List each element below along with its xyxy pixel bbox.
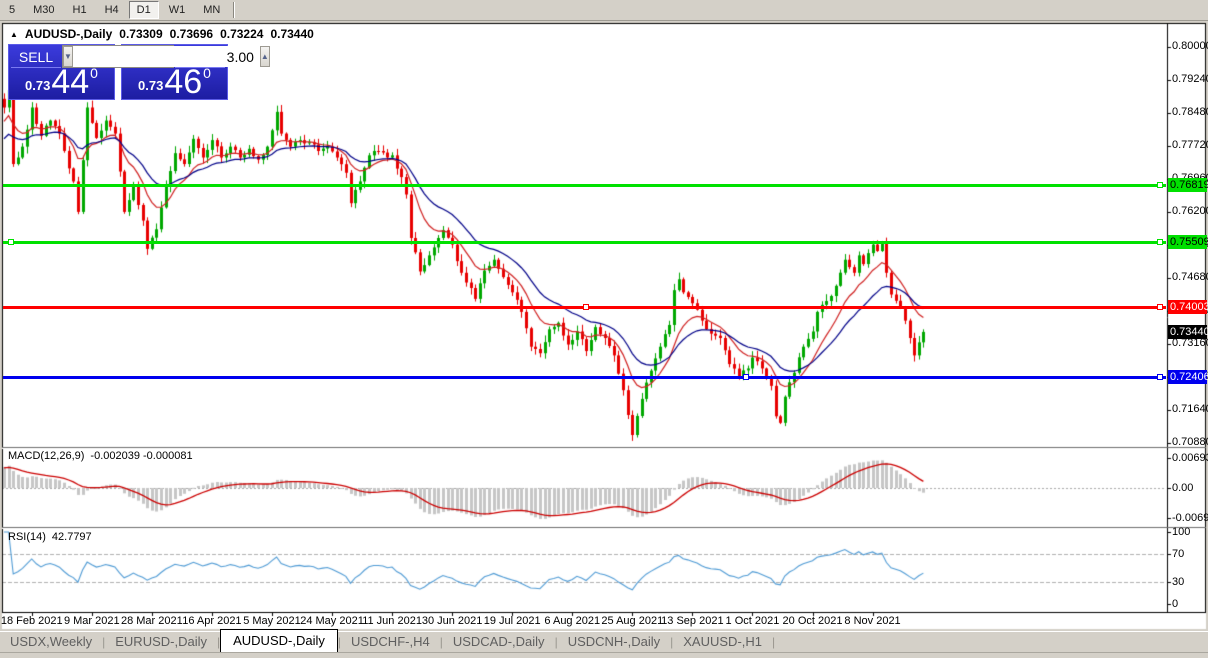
price-axis-tick: 0.77720 bbox=[1172, 139, 1208, 151]
date-axis-label: 19 Jul 2021 bbox=[484, 615, 541, 627]
sell-price: 0.73 44 0 bbox=[9, 65, 114, 97]
ohlc-low: 0.73224 bbox=[220, 27, 263, 41]
date-axis-label: 8 Nov 2021 bbox=[844, 615, 900, 627]
volume-decrease-button[interactable]: ▼ bbox=[63, 46, 73, 67]
date-axis-label: 18 Feb 2021 bbox=[1, 615, 63, 627]
date-axis-label: 1 Oct 2021 bbox=[726, 615, 780, 627]
line-drag-handle[interactable] bbox=[583, 304, 589, 310]
price-axis-tick: 0.78480 bbox=[1172, 106, 1208, 118]
bottom-strip bbox=[0, 652, 1208, 658]
collapse-triangle-icon[interactable]: ▲ bbox=[10, 30, 18, 39]
rsi-axis-tick: 30 bbox=[1172, 576, 1184, 588]
line-drag-handle[interactable] bbox=[1157, 374, 1163, 380]
macd-values: -0.002039 -0.000081 bbox=[90, 450, 192, 462]
macd-axis-tick: -0.006993 bbox=[1172, 512, 1208, 524]
chart-tab-eurusd[interactable]: EURUSD-,Daily bbox=[105, 632, 217, 652]
chart-tab-xauusd[interactable]: XAUUSD-,H1 bbox=[673, 632, 772, 652]
one-click-trading-panel: SELL 0.73 44 0 BUY 0.73 46 0 ▼ ▲ bbox=[8, 44, 228, 100]
price-axis-tick: 0.74680 bbox=[1172, 271, 1208, 283]
macd-axis-tick: 0.00 bbox=[1172, 482, 1193, 494]
level-price-badge: 0.74003 bbox=[1168, 300, 1207, 314]
chart-tab-audusd[interactable]: AUDUSD-,Daily bbox=[220, 629, 338, 652]
buy-price-big: 46 bbox=[164, 67, 202, 97]
buy-price-small: 0.73 bbox=[138, 78, 163, 93]
timeframe-button-h4[interactable]: H4 bbox=[97, 1, 127, 19]
macd-title: MACD(12,26,9) bbox=[8, 450, 84, 462]
date-axis-label: 25 Aug 2021 bbox=[601, 615, 663, 627]
date-axis-label: 9 Mar 2021 bbox=[64, 615, 120, 627]
chart-tab-usdcnh[interactable]: USDCNH-,Daily bbox=[558, 632, 670, 652]
timeframe-button-w1[interactable]: W1 bbox=[161, 1, 194, 19]
line-drag-handle[interactable] bbox=[743, 374, 749, 380]
timeframe-button-m30[interactable]: M30 bbox=[25, 1, 62, 19]
timeframe-toolbar: 5M30H1H4D1W1MN bbox=[0, 0, 1208, 21]
chart-tab-usdchf[interactable]: USDCHF-,H4 bbox=[341, 632, 440, 652]
volume-input[interactable] bbox=[73, 46, 260, 67]
ohlc-close: 0.73440 bbox=[270, 27, 313, 41]
price-axis-tick: 0.71640 bbox=[1172, 403, 1208, 415]
price-axis-tick: 0.76200 bbox=[1172, 205, 1208, 217]
mt4-window: 5M30H1H4D1W1MN ▲ AUDUSD-,Daily 0.73309 0… bbox=[0, 0, 1208, 658]
volume-control: ▼ ▲ bbox=[62, 45, 174, 68]
ohlc-high: 0.73696 bbox=[170, 27, 213, 41]
buy-price: 0.73 46 0 bbox=[122, 65, 227, 97]
horizontal-level-line[interactable] bbox=[3, 184, 1166, 187]
timeframe-button-h1[interactable]: H1 bbox=[65, 1, 95, 19]
rsi-title: RSI(14) bbox=[8, 531, 46, 543]
level-price-badge: 0.75509 bbox=[1168, 235, 1207, 249]
chart-tab-bar: USDX,Weekly|EURUSD-,Daily|AUDUSD-,Daily|… bbox=[0, 631, 1208, 652]
date-axis-label: 6 Aug 2021 bbox=[544, 615, 600, 627]
price-axis-tick: 0.70880 bbox=[1172, 436, 1208, 448]
toolbar-separator bbox=[233, 2, 235, 18]
line-drag-handle[interactable] bbox=[8, 239, 14, 245]
macd-axis-tick: 0.006936 bbox=[1172, 452, 1208, 464]
horizontal-level-line[interactable] bbox=[3, 241, 1166, 244]
volume-increase-button[interactable]: ▲ bbox=[260, 46, 270, 67]
buy-price-sup: 0 bbox=[203, 65, 211, 81]
date-axis-label: 16 Apr 2021 bbox=[182, 615, 241, 627]
date-axis-label: 11 Jun 2021 bbox=[362, 615, 422, 627]
sell-price-small: 0.73 bbox=[25, 78, 50, 93]
rsi-pane-label: RSI(14) 42.7797 bbox=[8, 531, 92, 543]
timeframe-button-5[interactable]: 5 bbox=[1, 1, 23, 19]
tab-separator: | bbox=[772, 635, 775, 652]
rsi-axis-tick: 0 bbox=[1172, 598, 1178, 610]
date-axis-label: 20 Oct 2021 bbox=[783, 615, 843, 627]
price-axis-tick: 0.80000 bbox=[1172, 40, 1208, 52]
date-axis-label: 13 Sep 2021 bbox=[661, 615, 723, 627]
rsi-axis-tick: 100 bbox=[1172, 526, 1190, 538]
timeframe-button-mn[interactable]: MN bbox=[195, 1, 228, 19]
level-price-badge: 0.76819 bbox=[1168, 178, 1207, 192]
line-drag-handle[interactable] bbox=[1157, 239, 1163, 245]
horizontal-level-line[interactable] bbox=[3, 376, 1166, 379]
macd-pane-label: MACD(12,26,9) -0.002039 -0.000081 bbox=[8, 450, 193, 462]
line-drag-handle[interactable] bbox=[1157, 304, 1163, 310]
rsi-value: 42.7797 bbox=[52, 531, 92, 543]
chart-tab-usdx[interactable]: USDX,Weekly bbox=[0, 632, 102, 652]
date-axis-label: 28 Mar 2021 bbox=[121, 615, 183, 627]
timeframe-button-d1[interactable]: D1 bbox=[129, 1, 159, 19]
date-axis-label: 30 Jun 2021 bbox=[422, 615, 483, 627]
symbol-period-label: AUDUSD-,Daily bbox=[25, 27, 112, 41]
chart-tab-usdcad[interactable]: USDCAD-,Daily bbox=[443, 632, 555, 652]
sell-price-big: 44 bbox=[51, 67, 89, 97]
rsi-axis-tick: 70 bbox=[1172, 548, 1184, 560]
chart-title: ▲ AUDUSD-,Daily 0.73309 0.73696 0.73224 … bbox=[10, 27, 314, 41]
current-price-badge: 0.73440 bbox=[1168, 325, 1207, 339]
line-drag-handle[interactable] bbox=[1157, 182, 1163, 188]
date-axis-label: 24 May 2021 bbox=[300, 615, 364, 627]
date-axis-label: 5 May 2021 bbox=[243, 615, 300, 627]
ohlc-open: 0.73309 bbox=[119, 27, 162, 41]
price-axis-tick: 0.79240 bbox=[1172, 73, 1208, 85]
level-price-badge: 0.72406 bbox=[1168, 370, 1207, 384]
